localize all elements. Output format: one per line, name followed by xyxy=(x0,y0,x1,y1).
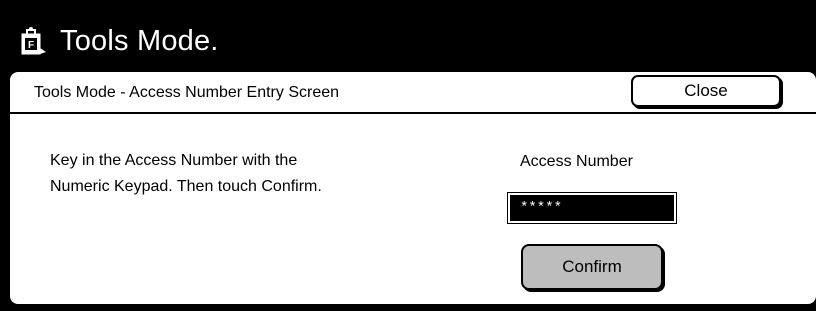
access-number-dialog: Tools Mode - Access Number Entry Screen … xyxy=(8,70,816,306)
confirm-button[interactable]: Confirm xyxy=(521,244,663,290)
dialog-header: Tools Mode - Access Number Entry Screen … xyxy=(10,72,816,114)
title-bar: F Tools Mode. xyxy=(0,0,816,64)
svg-text:F: F xyxy=(28,40,34,51)
instructions-text: Key in the Access Number with the Numeri… xyxy=(50,148,450,200)
access-number-label: Access Number xyxy=(520,153,633,170)
window-title: Tools Mode. xyxy=(60,25,219,57)
instructions-line-2: Numeric Keypad. Then touch Confirm. xyxy=(50,178,322,195)
close-button[interactable]: Close xyxy=(631,75,781,107)
access-number-field[interactable]: ***** xyxy=(507,192,677,224)
tools-mode-icon: F xyxy=(18,26,48,56)
dialog-title: Tools Mode - Access Number Entry Screen xyxy=(34,84,340,101)
instructions-line-1: Key in the Access Number with the xyxy=(50,152,298,169)
tools-mode-screen: F Tools Mode. Tools Mode - Access Number… xyxy=(0,0,816,311)
